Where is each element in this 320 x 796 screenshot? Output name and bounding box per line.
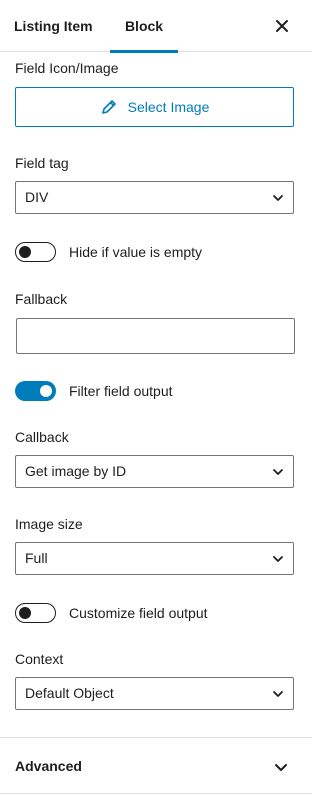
callback-value: Get image by ID <box>25 463 127 479</box>
advanced-panel-toggle[interactable]: Advanced <box>0 737 312 794</box>
callback-label: Callback <box>15 429 69 445</box>
select-image-label: Select Image <box>127 99 210 115</box>
chevron-down-icon <box>273 556 283 562</box>
context-value: Default Object <box>25 685 114 701</box>
toggle-knob <box>40 385 52 397</box>
callback-select[interactable]: Get image by ID <box>15 455 294 488</box>
customize-output-label: Customize field output <box>69 605 208 621</box>
customize-output-toggle[interactable] <box>15 603 56 623</box>
hide-if-empty-row: Hide if value is empty <box>15 242 202 262</box>
close-icon <box>276 20 288 32</box>
inspector-tabs: Listing Item Block <box>0 0 312 53</box>
tab-block[interactable]: Block <box>110 0 178 53</box>
select-image-button[interactable]: Select Image <box>15 87 294 127</box>
chevron-down-icon <box>273 469 283 475</box>
filter-output-row: Filter field output <box>15 381 173 401</box>
field-icon-label: Field Icon/Image <box>15 60 119 76</box>
hide-if-empty-toggle[interactable] <box>15 242 56 262</box>
chevron-down-icon <box>273 691 283 697</box>
context-select[interactable]: Default Object <box>15 677 294 710</box>
filter-output-label: Filter field output <box>69 383 173 399</box>
image-size-select[interactable]: Full <box>15 542 294 575</box>
close-button[interactable] <box>272 16 292 36</box>
field-tag-select[interactable]: DIV <box>15 181 294 214</box>
hide-if-empty-label: Hide if value is empty <box>69 244 203 260</box>
context-label: Context <box>15 651 64 667</box>
pencil-icon <box>100 98 118 116</box>
image-size-label: Image size <box>15 516 83 532</box>
advanced-label: Advanced <box>15 758 82 774</box>
fallback-input[interactable] <box>16 318 295 354</box>
image-size-value: Full <box>25 550 48 566</box>
chevron-down-icon <box>275 764 287 771</box>
field-tag-label: Field tag <box>15 155 69 171</box>
toggle-knob <box>19 606 31 619</box>
toggle-knob <box>19 245 31 258</box>
tab-listing-item[interactable]: Listing Item <box>14 0 93 52</box>
field-tag-value: DIV <box>25 189 49 205</box>
filter-output-toggle[interactable] <box>15 381 56 401</box>
fallback-label: Fallback <box>15 291 68 307</box>
customize-output-row: Customize field output <box>15 603 208 623</box>
chevron-down-icon <box>273 195 283 201</box>
